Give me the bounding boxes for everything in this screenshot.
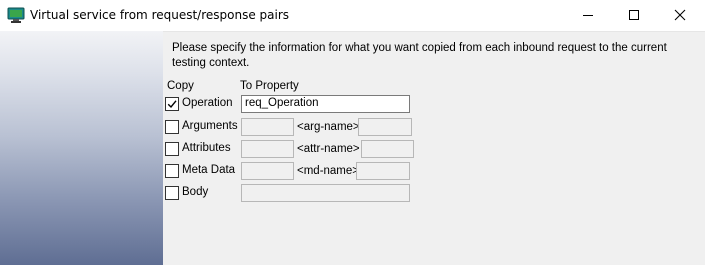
- arguments-property-input[interactable]: [241, 118, 294, 136]
- arguments-checkbox[interactable]: [165, 120, 179, 134]
- body-label: Body: [182, 186, 209, 198]
- meta-data-label: Meta Data: [182, 164, 236, 176]
- attributes-label: Attributes: [182, 142, 231, 154]
- body-property-input[interactable]: [241, 184, 410, 202]
- meta-data-property-input[interactable]: [241, 162, 294, 180]
- window-title: Virtual service from request/response pa…: [30, 8, 290, 22]
- instructions-text: Please specify the information for what …: [172, 42, 667, 69]
- meta-data-checkbox[interactable]: [165, 164, 179, 178]
- close-button[interactable]: [657, 0, 703, 31]
- attr-name-input[interactable]: [361, 140, 414, 158]
- copy-column-header: Copy: [167, 80, 194, 92]
- md-name-label: <md-name>: [297, 165, 360, 177]
- attr-name-label: <attr-name>: [297, 143, 360, 155]
- operation-property-input[interactable]: req_Operation: [241, 95, 410, 113]
- body-checkbox[interactable]: [165, 186, 179, 200]
- to-property-column-header: To Property: [240, 80, 299, 92]
- attributes-property-input[interactable]: [241, 140, 294, 158]
- arg-name-input[interactable]: [358, 118, 412, 136]
- attributes-checkbox[interactable]: [165, 142, 179, 156]
- arg-name-label: <arg-name>: [297, 121, 360, 133]
- md-name-input[interactable]: [356, 162, 410, 180]
- maximize-button[interactable]: [611, 0, 657, 31]
- minimize-icon: [583, 15, 593, 16]
- wizard-side-panel: [0, 31, 163, 265]
- minimize-button[interactable]: [565, 0, 611, 31]
- checkmark-icon: [167, 100, 177, 109]
- title-bar[interactable]: Virtual service from request/response pa…: [0, 0, 705, 32]
- operation-checkbox[interactable]: [165, 97, 179, 111]
- operation-label: Operation: [182, 97, 233, 109]
- close-icon: [674, 9, 686, 21]
- monitor-app-icon: [7, 7, 25, 24]
- arguments-label: Arguments: [182, 120, 238, 132]
- maximize-icon: [629, 10, 639, 20]
